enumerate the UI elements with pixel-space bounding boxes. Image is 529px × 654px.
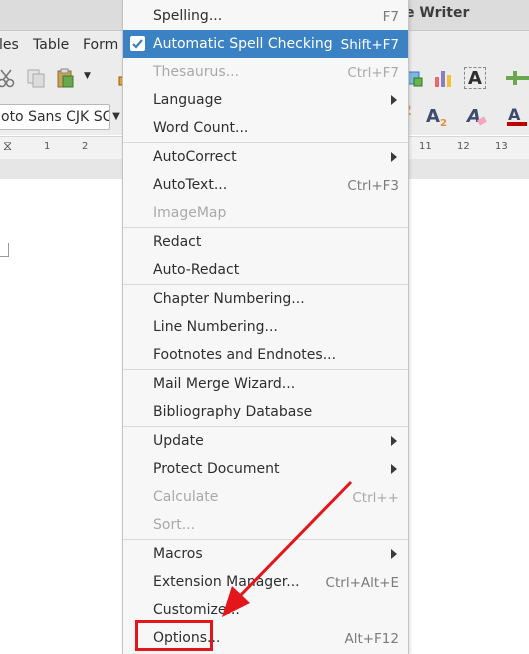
ruler-tick: 11 — [419, 141, 432, 152]
menu-item-shortcut: Ctrl++ — [352, 490, 399, 506]
menu-item-protect-document[interactable]: Protect Document — [123, 455, 408, 483]
menu-item-spelling[interactable]: Spelling... F7 — [123, 2, 408, 30]
menu-item-word-count[interactable]: Word Count... — [123, 114, 408, 142]
menu-item-label: Automatic Spell Checking — [153, 36, 333, 52]
menu-item-chapter-numbering[interactable]: Chapter Numbering... — [123, 285, 408, 313]
menu-item-auto-redact[interactable]: Auto-Redact — [123, 256, 408, 284]
menu-item-extension-manager[interactable]: Extension Manager... Ctrl+Alt+E — [123, 568, 408, 596]
menu-item-shortcut: Alt+F12 — [344, 631, 399, 647]
menu-item-shortcut: Ctrl+F7 — [347, 65, 399, 81]
menu-item-label: Extension Manager... — [153, 574, 300, 590]
menu-item-mail-merge-wizard[interactable]: Mail Merge Wizard... — [123, 370, 408, 398]
ruler-tick: 12 — [457, 141, 470, 152]
svg-text:2: 2 — [440, 118, 447, 127]
menu-table[interactable]: Table — [33, 37, 69, 53]
menu-item-label: Language — [153, 92, 223, 108]
menu-item-label: Update — [153, 433, 204, 449]
menu-item-label: AutoCorrect — [153, 149, 237, 165]
page-corner-marker — [0, 243, 9, 257]
menu-item-label: Auto-Redact — [153, 262, 240, 278]
insert-field-icon[interactable] — [504, 67, 529, 89]
menu-item-imagemap: ImageMap — [123, 199, 408, 227]
menu-item-label: Footnotes and Endnotes... — [153, 347, 337, 363]
menu-item-shortcut: Ctrl+Alt+E — [325, 575, 399, 591]
submenu-arrow-icon — [391, 464, 397, 474]
menu-item-label: ImageMap — [153, 205, 227, 221]
menu-format[interactable]: Form — [83, 37, 118, 53]
menu-item-bibliography-database[interactable]: Bibliography Database — [123, 398, 408, 426]
menu-item-label: Thesaurus... — [153, 64, 240, 80]
menu-item-update[interactable]: Update — [123, 427, 408, 455]
checkmark-icon — [130, 36, 145, 51]
menu-item-autocorrect[interactable]: AutoCorrect — [123, 143, 408, 171]
menu-item-label: Calculate — [153, 489, 219, 505]
menu-item-calculate: Calculate Ctrl++ — [123, 483, 408, 511]
copy-icon[interactable] — [25, 67, 47, 89]
menu-item-label: Macros — [153, 546, 203, 562]
insert-textbox-icon[interactable]: A — [464, 67, 486, 89]
menu-item-label: Chapter Numbering... — [153, 291, 305, 307]
font-color-icon[interactable]: A — [506, 105, 528, 127]
menu-item-label: Bibliography Database — [153, 404, 313, 420]
ruler-tick: 1 — [44, 141, 51, 152]
submenu-arrow-icon — [391, 95, 397, 105]
font-name-input[interactable]: oto Sans CJK SC — [0, 104, 110, 130]
window-title: e Writer — [405, 5, 470, 21]
menu-item-macros[interactable]: Macros — [123, 540, 408, 568]
menu-item-label: Line Numbering... — [153, 319, 278, 335]
menu-item-label: Spelling... — [153, 8, 223, 24]
menu-item-label: Customize... — [153, 602, 240, 618]
submenu-arrow-icon — [391, 549, 397, 559]
menu-item-language[interactable]: Language — [123, 86, 408, 114]
menu-item-label: Redact — [153, 234, 202, 250]
menu-styles[interactable]: les — [0, 37, 19, 53]
menu-item-label: Sort... — [153, 517, 196, 533]
svg-text:A: A — [508, 105, 521, 124]
menu-item-footnotes-and-endnotes[interactable]: Footnotes and Endnotes... — [123, 341, 408, 369]
menu-item-label: AutoText... — [153, 177, 228, 193]
subscript-icon[interactable]: A 2 — [426, 105, 452, 127]
submenu-arrow-icon — [391, 152, 397, 162]
paste-icon[interactable] — [55, 67, 77, 89]
menu-item-line-numbering[interactable]: Line Numbering... — [123, 313, 408, 341]
menu-item-automatic-spell-checking[interactable]: Automatic Spell Checking Shift+F7 — [123, 30, 408, 58]
menu-item-shortcut: Shift+F7 — [340, 37, 399, 53]
menu-item-label: Word Count... — [153, 120, 249, 136]
menu-item-thesaurus: Thesaurus... Ctrl+F7 — [123, 58, 408, 86]
paste-dropdown-icon[interactable]: ▼ — [84, 71, 106, 93]
menu-item-shortcut: F7 — [382, 9, 399, 25]
menu-item-label: Protect Document — [153, 461, 280, 477]
cut-icon[interactable] — [0, 67, 18, 89]
ruler-tick: 13 — [495, 141, 508, 152]
submenu-arrow-icon — [391, 436, 397, 446]
clear-formatting-icon[interactable]: A — [466, 105, 488, 127]
svg-text:A: A — [466, 106, 481, 127]
tab-stop-icon[interactable]: ⧖ — [3, 139, 12, 154]
menu-item-label: Mail Merge Wizard... — [153, 376, 296, 392]
annotation-highlight-box — [135, 620, 213, 651]
menu-item-autotext[interactable]: AutoText... Ctrl+F3 — [123, 171, 408, 199]
ruler-tick: 2 — [82, 141, 89, 152]
menu-item-shortcut: Ctrl+F3 — [347, 178, 399, 194]
menu-item-sort: Sort... — [123, 511, 408, 539]
svg-text:A: A — [426, 106, 440, 127]
insert-chart-icon[interactable] — [432, 67, 454, 89]
tools-menu: Spelling... F7 Automatic Spell Checking Shi… — [122, 0, 409, 654]
menu-item-redact[interactable]: Redact — [123, 228, 408, 256]
